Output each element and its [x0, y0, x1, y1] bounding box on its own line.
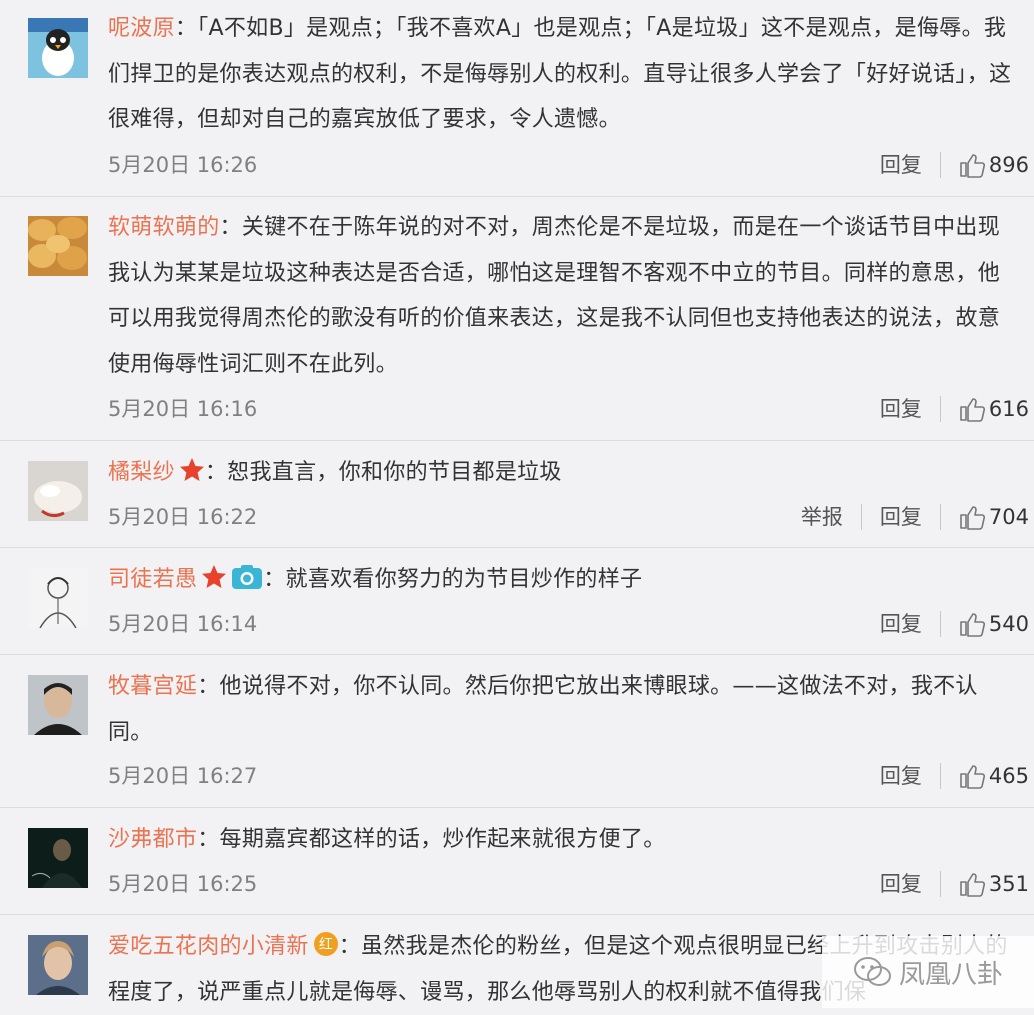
reply-button[interactable]: 回复 [880, 761, 922, 791]
watermark: 凤凰八卦 [822, 936, 1034, 1008]
comment-body: 「A不如B」是观点；「我不喜欢A」也是观点；「A是垃圾」这不是观点，是侮辱。我们… [108, 16, 1012, 132]
timestamp: 5月20日 16:22 [108, 505, 258, 529]
like-count: 616 [988, 397, 1029, 421]
comment-meta: 5月20日 16:16 回复 616 [108, 394, 1029, 424]
actions: 举报 回复 704 [801, 502, 1029, 532]
avatar[interactable] [28, 461, 88, 521]
comment-item: 软萌软萌的：关键不在于陈年说的对不对，周杰伦是不是垃圾，而是在一个谈话节目中出现… [0, 197, 1034, 441]
red-badge-label: 红 [319, 937, 333, 953]
timestamp: 5月20日 16:26 [108, 153, 258, 177]
reply-button[interactable]: 回复 [880, 150, 922, 180]
avatar[interactable] [28, 18, 88, 78]
like-count: 540 [988, 612, 1029, 636]
reply-button[interactable]: 回复 [880, 869, 922, 899]
thumbs-up-icon [960, 765, 985, 789]
comment-text: 呢波原：「A不如B」是观点；「我不喜欢A」也是观点；「A是垃圾」这不是观点，是侮… [108, 6, 1022, 143]
like-count: 704 [988, 505, 1029, 529]
separator: ： [338, 934, 362, 959]
reply-button[interactable]: 回复 [880, 609, 922, 639]
comment-body: 关键不在于陈年说的对不对，周杰伦是不是垃圾，而是在一个谈话节目中出现我认为某某是… [108, 215, 1001, 377]
comment-text: 司徒若愚 ：就喜欢看你努力的为节目炒作的样子 [108, 557, 1022, 603]
avatar[interactable] [28, 828, 88, 888]
timestamp: 5月20日 16:27 [108, 764, 258, 788]
actions: 回复 465 [880, 761, 1029, 791]
like-button[interactable]: 465 [959, 761, 1029, 791]
comment-meta: 5月20日 16:25 回复 351 [108, 869, 1029, 899]
comment-body: 每期嘉宾都这样的话，炒作起来就很方便了。 [219, 827, 666, 852]
separator: ： [263, 567, 286, 592]
separator: ： [219, 215, 242, 240]
avatar[interactable] [28, 216, 88, 276]
actions: 回复 896 [880, 150, 1029, 180]
comment-body: 他说得不对，你不认同。然后你把它放出来博眼球。——这做法不对，我不认同。 [108, 674, 978, 745]
comment-item: 司徒若愚 ：就喜欢看你努力的为节目炒作的样子 5月20日 16:14 回复 540 [0, 548, 1034, 655]
actions: 回复 616 [880, 394, 1029, 424]
divider [939, 396, 941, 422]
reply-button[interactable]: 回复 [880, 394, 922, 424]
thumbs-up-icon [960, 398, 985, 422]
divider [860, 504, 862, 530]
comment-text: 橘梨纱 ：恕我直言，你和你的节目都是垃圾 [108, 450, 1022, 496]
like-button[interactable]: 540 [959, 609, 1029, 639]
thumbs-up-icon [960, 154, 985, 178]
comment-item: 牧暮宫延：他说得不对，你不认同。然后你把它放出来博眼球。——这做法不对，我不认同… [0, 655, 1034, 808]
star-badge-icon[interactable] [201, 564, 227, 590]
red-badge-icon[interactable]: 红 [313, 931, 339, 957]
comment-meta: 5月20日 16:22 举报 回复 704 [108, 502, 1029, 532]
comment-body: 恕我直言，你和你的节目都是垃圾 [227, 460, 562, 485]
separator: ： [174, 16, 198, 41]
comment-text: 牧暮宫延：他说得不对，你不认同。然后你把它放出来博眼球。——这做法不对，我不认同… [108, 664, 1022, 755]
like-button[interactable]: 616 [959, 394, 1029, 424]
comment-meta: 5月20日 16:26 回复 896 [108, 150, 1029, 180]
reply-button[interactable]: 回复 [880, 502, 922, 532]
comment-body: 就喜欢看你努力的为节目炒作的样子 [285, 567, 643, 592]
comment-text: 软萌软萌的：关键不在于陈年说的对不对，周杰伦是不是垃圾，而是在一个谈话节目中出现… [108, 205, 1022, 387]
divider [939, 504, 941, 530]
like-count: 465 [988, 764, 1029, 788]
author-name[interactable]: 爱吃五花肉的小清新 [108, 934, 309, 959]
author-name[interactable]: 软萌软萌的 [108, 215, 220, 240]
author-name[interactable]: 沙弗都市 [108, 827, 197, 852]
separator: ： [204, 460, 228, 485]
watermark-text: 凤凰八卦 [898, 959, 1003, 990]
author-name[interactable]: 橘梨纱 [108, 460, 175, 485]
avatar[interactable] [28, 675, 88, 735]
author-name[interactable]: 呢波原 [108, 16, 175, 41]
camera-badge-icon[interactable] [231, 564, 263, 590]
timestamp: 5月20日 16:14 [108, 612, 258, 636]
separator: ： [197, 827, 220, 852]
timestamp: 5月20日 16:16 [108, 397, 258, 421]
comment-meta: 5月20日 16:14 回复 540 [108, 609, 1029, 639]
author-name[interactable]: 牧暮宫延 [108, 674, 197, 699]
separator: ： [197, 674, 220, 699]
divider [939, 611, 941, 637]
comment-item: 沙弗都市：每期嘉宾都这样的话，炒作起来就很方便了。 5月20日 16:25 回复… [0, 808, 1034, 915]
like-button[interactable]: 704 [959, 502, 1029, 532]
comment-item: 橘梨纱 ：恕我直言，你和你的节目都是垃圾 5月20日 16:22 举报 回复 70… [0, 441, 1034, 548]
like-count: 351 [988, 872, 1029, 896]
thumbs-up-icon [960, 613, 985, 637]
avatar[interactable] [28, 935, 88, 995]
thumbs-up-icon [960, 506, 985, 530]
actions: 回复 351 [880, 869, 1029, 899]
divider [939, 152, 941, 178]
divider [939, 871, 941, 897]
wechat-icon [853, 957, 891, 986]
comment-text: 沙弗都市：每期嘉宾都这样的话，炒作起来就很方便了。 [108, 817, 1022, 863]
like-button[interactable]: 896 [959, 150, 1029, 180]
like-count: 896 [988, 153, 1029, 177]
star-badge-icon[interactable] [179, 457, 205, 483]
avatar[interactable] [28, 568, 88, 628]
report-button[interactable]: 举报 [801, 502, 843, 532]
divider [939, 763, 941, 789]
thumbs-up-icon [960, 873, 985, 897]
author-name[interactable]: 司徒若愚 [108, 567, 197, 592]
comment-meta: 5月20日 16:27 回复 465 [108, 761, 1029, 791]
actions: 回复 540 [880, 609, 1029, 639]
comment-item: 呢波原：「A不如B」是观点；「我不喜欢A」也是观点；「A是垃圾」这不是观点，是侮… [0, 0, 1034, 197]
like-button[interactable]: 351 [959, 869, 1029, 899]
timestamp: 5月20日 16:25 [108, 872, 258, 896]
